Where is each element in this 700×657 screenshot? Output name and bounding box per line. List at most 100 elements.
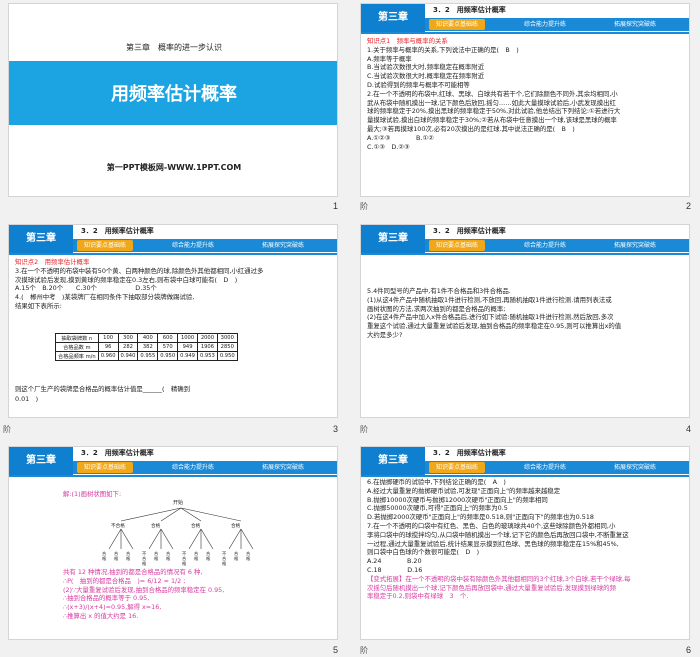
text-line: C.①③ D.②③ [367, 142, 410, 151]
chapter-label: 第三章 [361, 4, 425, 32]
tab-basic[interactable]: 知识要点基础练 [429, 19, 485, 30]
table-row: 抽取袋牌数 n 100 300 400 600 1000 2000 3000 [55, 333, 238, 343]
tab-extension[interactable]: 拓展探究突破练 [253, 240, 313, 251]
table-cell: 0.949 [177, 351, 198, 361]
table-row: 合格品数 m 96 282 382 570 949 1906 2850 [55, 342, 238, 352]
solution-line: ∴抽到合格品的概率等于 0.95, [63, 594, 150, 603]
text-line: 7.在一个不透明的口袋中有红色、黑色、白色的玻璃球共40个,这些球除颜色外都相同… [367, 522, 616, 530]
table-cell: 96 [97, 342, 119, 352]
tab-basic[interactable]: 知识要点基础练 [429, 240, 485, 251]
tree-node-l1: 合格 [151, 524, 161, 529]
table-row: 合格品频率 m/n 0.960 0.940 0.955 0.950 0.949 0.953 0… [55, 351, 238, 361]
cover-subtitle: 第三章 概率的进一步认识 [126, 43, 222, 52]
tree-diagram [108, 507, 254, 550]
tab-bar: 知识要点基础练 综合能力提升练 拓展探究突破练 -2- [425, 18, 689, 40]
frequency-table: 抽取袋牌数 n 100 300 400 600 1000 2000 3000 合格品数 m 96 2… [55, 333, 238, 361]
text-line: 则口袋中白色球的个数很可能是( D ) [367, 548, 480, 557]
text-line: 球的频率稳定于20%,摸出黑球的频率稳定于50%,对此试验,他总结出下列结论:①… [367, 107, 621, 116]
tab-comprehensive[interactable]: 综合能力提升练 [163, 240, 223, 251]
section-title: 3．2 用频率估计概率 [81, 227, 154, 235]
tree-node-l1: 合格 [191, 524, 201, 529]
slide-number-4: 4 [686, 424, 692, 434]
slide-number-2: 2 [686, 201, 692, 211]
text-line: C.18 D.16 [367, 566, 423, 574]
table-cell: 382 [137, 342, 159, 352]
slide-number-3: 3 [333, 424, 339, 434]
tab-bar: 知识要点基础练 综合能力提升练 拓展探究突破练 -4- [425, 239, 689, 261]
text-line: C.当试验次数很大时,概率稳定在频率附近 [367, 72, 485, 81]
table-cell: 282 [117, 342, 139, 352]
text-line: 6.在抛掷硬币的试验中,下列结论正确的是( A ) [367, 478, 506, 486]
tree-node-l1: 不合格 [111, 524, 125, 529]
table-cell: 0.953 [196, 351, 218, 361]
tab-extension[interactable]: 拓展探究突破练 [605, 462, 665, 473]
slide-6[interactable]: 第三章 3．2 用频率估计概率 知识要点基础练 综合能力提升练 拓展探究突破练 … [360, 446, 690, 640]
table-cell: 合格品频率 m/n [55, 351, 99, 361]
tree-node-l1: 合格 [231, 524, 241, 529]
page-indicator: -6- [676, 476, 685, 483]
table-cell: 0.950 [157, 351, 179, 361]
tab-basic[interactable]: 知识要点基础练 [429, 462, 485, 473]
tab-comprehensive[interactable]: 综合能力提升练 [515, 19, 575, 30]
text-line: 1.关于频率与概率的关系,下列说法中正确的是( B ) [367, 45, 519, 54]
text-line: A.经过大量重复的抛掷硬币试验,可发现"正面向上"的频率越来越稳定 [367, 486, 561, 495]
solution-line: ∴P( 抽到的都是合格品 )= 6/12 = 1/2 ; [63, 576, 186, 585]
tab-bar: 知识要点基础练 综合能力提升练 拓展探究突破练 -3- [73, 239, 337, 261]
table-cell: 2850 [216, 342, 238, 352]
question-tail-2: 0.01 ) [15, 395, 39, 403]
text-line: B.当试验次数很大时,频率稳定在概率附近 [367, 63, 485, 72]
text-line: 量摸球试验,摸出白球的频率稳定于30%;②若从布袋中任意摸出一个球,该球是黑球的… [367, 116, 617, 125]
text-line: 最大;③若再摸球100次,必有20次摸出的是红球.其中说法正确的是( B ) [367, 125, 575, 133]
text-line: 3.在一个不透明的布袋中装有50个黄、白两种颜色的球,除颜色外其他都相同,小红通… [15, 266, 264, 275]
table-cell: 1906 [196, 342, 218, 352]
chapter-label: 第三章 [9, 225, 73, 253]
table-cell: 949 [177, 342, 198, 352]
table-cell: 300 [117, 333, 139, 343]
header-divider [361, 475, 689, 477]
slide-4[interactable]: 第三章 3．2 用频率估计概率 知识要点基础练 综合能力提升练 拓展探究突破练 … [360, 224, 690, 418]
tab-comprehensive[interactable]: 综合能力提升练 [515, 462, 575, 473]
tree-node-l2: 不合格 [142, 551, 147, 566]
tab-comprehensive[interactable]: 综合能力提升练 [515, 240, 575, 251]
tree-node-l2: 合格 [166, 551, 171, 561]
tree-node-l2: 合格 [234, 551, 239, 561]
slide-3[interactable]: 第三章 3．2 用频率估计概率 知识要点基础练 综合能力提升练 拓展探究突破练 … [8, 224, 338, 418]
slide-2[interactable]: 第三章 3．2 用频率估计概率 知识要点基础练 综合能力提升练 拓展探究突破练 … [360, 3, 690, 197]
slide-corner-label: 阶 [360, 646, 368, 655]
text-line: 知识点1 频率与概率的关系 [367, 37, 448, 45]
section-title: 3．2 用频率估计概率 [433, 6, 506, 14]
slide-corner-label: 阶 [360, 425, 368, 434]
text-line: 次摸球试验后发现,摸到黄球的频率稳定在0.3左右,则布袋中白球可能有( D ) [15, 275, 238, 284]
tab-bar: 知识要点基础练 综合能力提升练 拓展探究突破练 -6- [425, 461, 689, 483]
tab-extension[interactable]: 拓展探究突破练 [605, 19, 665, 30]
solution-line: ∴推算出 x 的值大约是 16. [63, 612, 139, 620]
table-cell: 600 [157, 333, 179, 343]
table-cell: 0.955 [137, 351, 159, 361]
slide-corner-label: 阶 [3, 425, 11, 434]
header-divider [361, 32, 689, 34]
table-cell: 0.940 [117, 351, 139, 361]
text-line: C.抛掷50000次硬币,可得"正面向上"的频率为0.5 [367, 504, 508, 513]
text-line: D.若抛掷2000次硬币"正面向上"的频率是0.518,则"正面向下"的频率也为… [367, 513, 594, 522]
table-cell: 0.960 [97, 351, 119, 361]
table-cell: 570 [157, 342, 179, 352]
text-line: 知识点2 用频率估计概率 [15, 258, 90, 266]
table-cell: 2000 [196, 333, 218, 343]
header-divider [9, 253, 337, 255]
tree-node-l2: 合格 [194, 551, 199, 561]
page-indicator: -3- [324, 254, 333, 261]
tab-basic[interactable]: 知识要点基础练 [77, 240, 133, 251]
table-cell: 3000 [216, 333, 238, 343]
text-line: A.15个 B.20个 C.30个 D.35个 [15, 284, 157, 293]
table-cell: 0.950 [216, 351, 238, 361]
slide-1[interactable]: 第三章 概率的进一步认识 用频率估计概率 第一PPT模板网-WWW.1PPT.C… [8, 3, 338, 197]
text-line: 4.( 郴州中考 )某袋牌厂在相同条件下抽取部分袋牌做踢试验, [15, 293, 195, 302]
tree-node-l2: 合格 [246, 551, 251, 561]
text-line: D.试验得到的频率与概率不可能相等 [367, 81, 470, 89]
tree-node-l2: 合格 [126, 551, 131, 561]
text-line: 【变式拓展】在一个不透明的袋中装有除颜色外其他都相同的3个红球,3个白球,若干个… [367, 574, 631, 583]
tree-node-l2: 合格 [114, 551, 119, 561]
slide-5[interactable]: 第三章 3．2 用频率估计概率 知识要点基础练 综合能力提升练 拓展探究突破练 … [8, 446, 338, 640]
tab-extension[interactable]: 拓展探究突破练 [605, 240, 665, 251]
text-line: 结果如下表所示: [15, 302, 62, 310]
